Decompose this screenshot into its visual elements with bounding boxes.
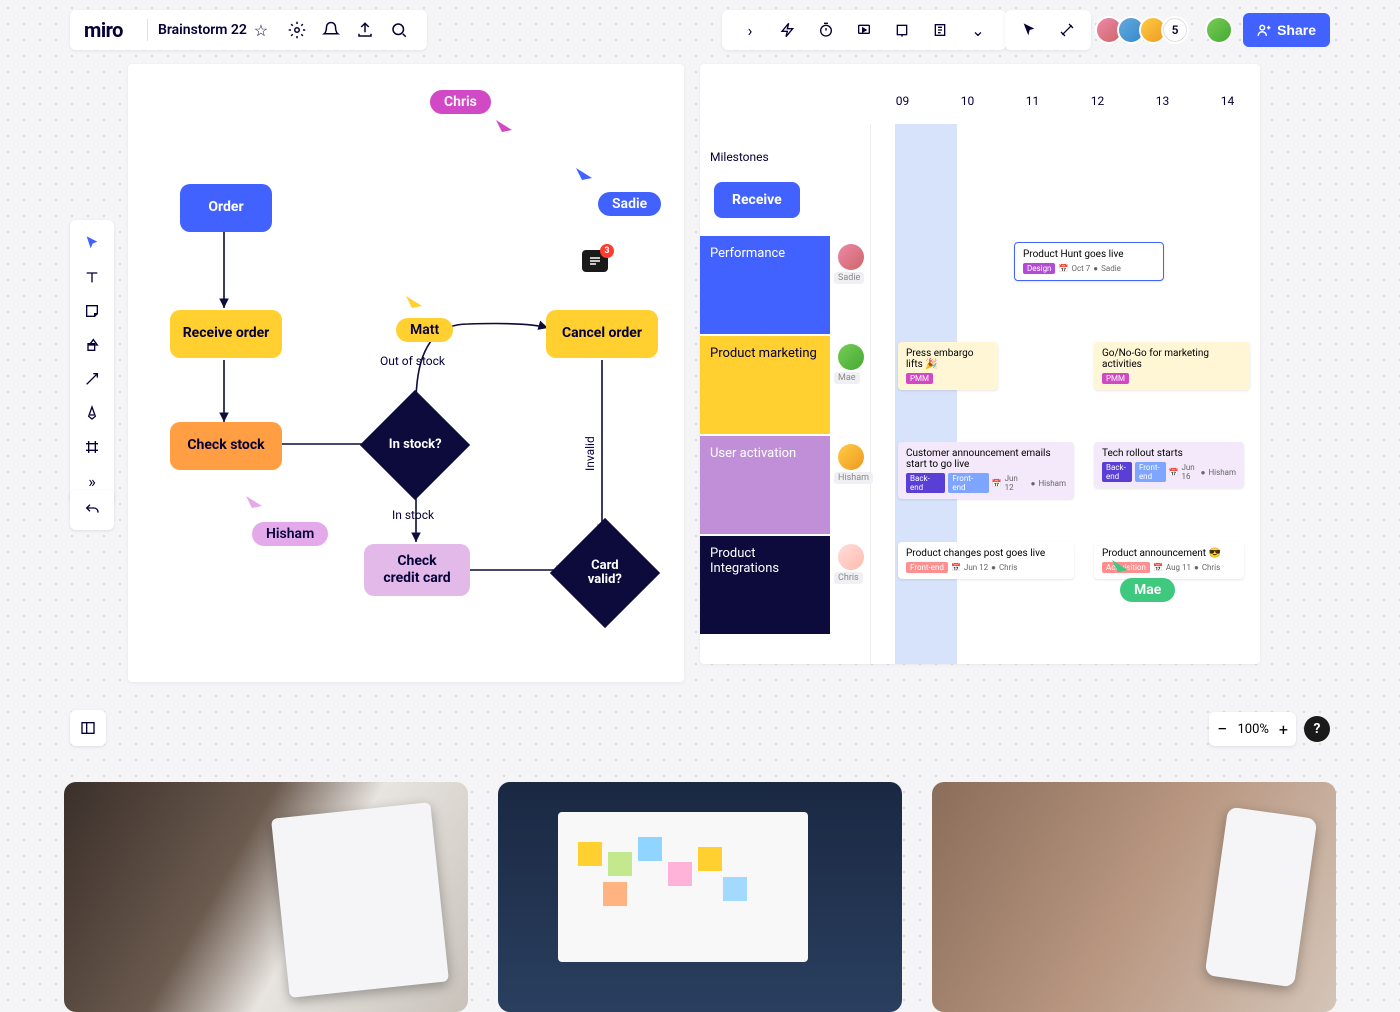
card-announcement[interactable]: Customer announcement emails start to go… — [898, 442, 1074, 499]
more-icon[interactable]: ⌄ — [964, 16, 992, 44]
node-check-card[interactable]: Check credit card — [364, 544, 470, 596]
cursor-chris: Chris — [430, 90, 491, 114]
row-performance: Performance — [700, 236, 830, 334]
star-icon[interactable]: ☆ — [247, 16, 275, 44]
help-button[interactable]: ? — [1304, 716, 1330, 742]
node-order[interactable]: Order — [180, 184, 272, 232]
photo-gallery — [64, 782, 1336, 1012]
header-left: miro Brainstorm 22 ☆ — [70, 10, 427, 50]
present-icon[interactable] — [850, 16, 878, 44]
milestone-receive[interactable]: Receive — [714, 182, 800, 218]
export-icon[interactable] — [351, 16, 379, 44]
search-icon[interactable] — [385, 16, 413, 44]
comment-count-badge: 3 — [600, 244, 614, 258]
current-user-avatar[interactable] — [1205, 16, 1233, 44]
frame-icon[interactable] — [888, 16, 916, 44]
node-card-valid[interactable]: Card valid? — [550, 518, 660, 628]
cursor-matt: Matt — [396, 318, 453, 342]
chevron-right-icon[interactable]: › — [736, 16, 764, 44]
bell-icon[interactable] — [317, 16, 345, 44]
divider — [147, 19, 148, 41]
pointer-icon[interactable] — [1015, 16, 1043, 44]
edge-label-invalid: Invalid — [583, 436, 597, 471]
edge-label-in-stock: In stock — [392, 508, 434, 522]
reaction-tools — [1005, 10, 1091, 50]
node-cancel[interactable]: Cancel order — [546, 310, 658, 358]
settings-icon[interactable] — [283, 16, 311, 44]
zoom-in-button[interactable]: + — [1279, 720, 1288, 739]
card-embargo[interactable]: Press embargo lifts 🎉 PMM — [898, 342, 998, 390]
board-title[interactable]: Brainstorm 22 — [158, 22, 247, 38]
sparkle-icon[interactable] — [1053, 16, 1081, 44]
flowchart-board[interactable]: Order Receive order Check stock In stock… — [128, 64, 684, 682]
card-product-hunt[interactable]: Product Hunt goes live Design📅Oct 7●Sadi… — [1014, 242, 1164, 281]
timer-icon[interactable] — [812, 16, 840, 44]
zoom-controls: − 100% + — [1209, 712, 1296, 746]
cursor-hisham: Hisham — [252, 522, 328, 546]
notes-icon[interactable] — [926, 16, 954, 44]
card-rollout[interactable]: Tech rollout starts Back-endFront-end📅Ju… — [1094, 442, 1244, 488]
node-receive[interactable]: Receive order — [170, 310, 282, 358]
photo-tablet — [64, 782, 468, 1012]
collaborator-count[interactable]: 5 — [1161, 16, 1189, 44]
zoom-out-button[interactable]: − — [1217, 719, 1227, 740]
card-gonogo[interactable]: Go/No-Go for marketing activities PMM — [1094, 342, 1250, 390]
node-in-stock[interactable]: In stock? — [360, 390, 470, 500]
milestones-label: Milestones — [710, 150, 769, 164]
top-tools: › ⌄ — [722, 10, 1006, 50]
photo-tv — [498, 782, 902, 1012]
avatar-hisham — [838, 444, 864, 470]
row-product-integrations: Product Integrations — [700, 536, 830, 634]
card-changes[interactable]: Product changes post goes live Front-end… — [898, 542, 1074, 579]
edge-label-out-of-stock: Out of stock — [380, 354, 445, 368]
avatar-sadie — [838, 244, 864, 270]
zoom-level[interactable]: 100% — [1237, 722, 1268, 737]
share-button[interactable]: Share — [1243, 13, 1330, 47]
avatar-mae — [838, 344, 864, 370]
row-product-marketing: Product marketing — [700, 336, 830, 434]
avatar-chris — [838, 544, 864, 570]
row-user-activation: User activation — [700, 436, 830, 534]
cursor-sadie: Sadie — [598, 192, 661, 216]
comment-icon[interactable]: 3 — [582, 250, 608, 272]
cursor-mae: Mae — [1120, 578, 1175, 602]
timeline-dates: 091011121314 — [870, 94, 1260, 118]
bolt-icon[interactable] — [774, 16, 802, 44]
timeline-board[interactable]: 091011121314 Milestones Receive Performa… — [700, 64, 1260, 664]
photo-phone — [932, 782, 1336, 1012]
app-logo: miro — [84, 18, 123, 42]
collaborator-avatars[interactable]: 5 — [1101, 16, 1189, 44]
minimap-button[interactable] — [70, 710, 106, 746]
node-check-stock[interactable]: Check stock — [170, 422, 282, 470]
